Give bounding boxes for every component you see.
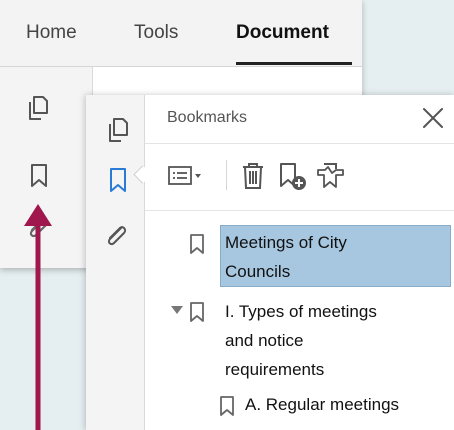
annotation-arrow — [24, 204, 52, 430]
